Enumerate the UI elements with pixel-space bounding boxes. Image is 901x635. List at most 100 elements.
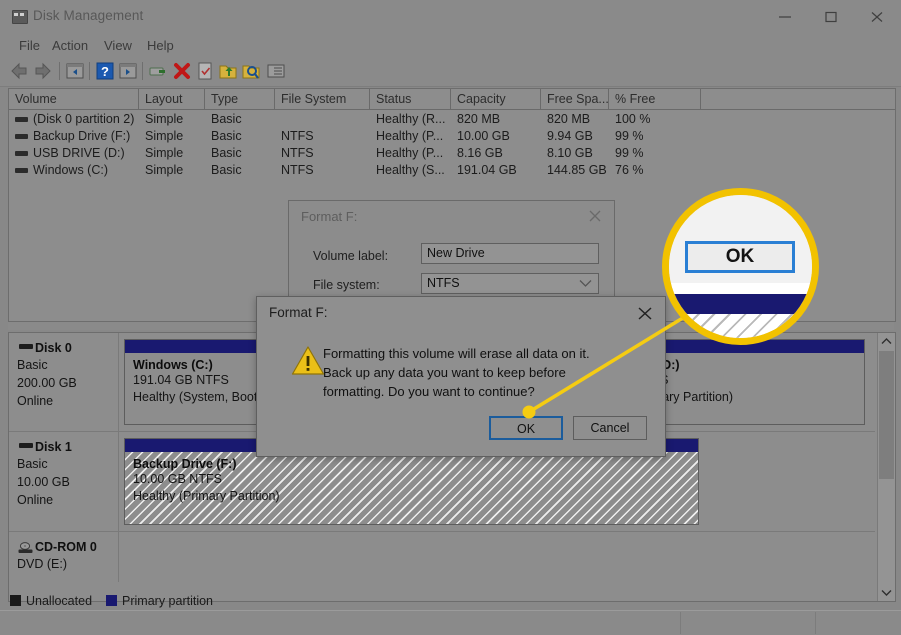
status-pane-2 [815,612,901,634]
graph-vertical-scrollbar[interactable] [877,333,895,601]
rescan-disks-icon[interactable] [194,60,216,82]
table-row[interactable]: (Disk 0 partition 2) Simple Basic Health… [9,111,895,128]
column-header-type[interactable]: Type [205,89,275,109]
cell-free-space: 9.94 GB [547,129,593,143]
disk-management-icon [12,10,28,24]
table-row[interactable]: Windows (C:) Simple Basic NTFS Healthy (… [9,162,895,179]
disk-size: 10.00 GB [17,475,70,489]
callout-content: OK [669,195,812,338]
callout-partition-bar [669,294,812,314]
toolbar-separator [142,62,143,80]
cell-free-space: 8.10 GB [547,146,593,160]
column-header-volume[interactable]: Volume [9,89,139,109]
cell-file-system: NTFS [281,146,314,160]
disk-type: Basic [17,457,48,471]
cell-type: Basic [211,112,242,126]
ok-button[interactable]: OK [489,416,563,440]
disk-type: Basic [17,358,48,372]
volume-label-label: Volume label: [313,249,389,263]
cell-percent-free: 99 % [615,129,644,143]
volume-icon [15,151,28,156]
partition-status: Healthy (Primary Partition) [133,488,280,503]
menu-view[interactable]: View [97,37,139,54]
scroll-down-button[interactable] [878,584,895,601]
menu-bar: File Action View Help [0,34,901,56]
cell-layout: Simple [145,146,184,160]
cell-free-space: 820 MB [547,112,591,126]
list-view-icon[interactable] [265,60,287,82]
disk-info-disk1: Disk 1 Basic 10.00 GB Online [9,432,119,531]
disk-row-cdrom0[interactable]: CD-ROM 0 DVD (E:) [9,532,875,582]
maximize-button[interactable] [809,0,855,32]
cell-layout: Simple [145,112,184,126]
disk-management-window: Disk Management File Action View Help ? [0,0,901,635]
cell-percent-free: 100 % [615,112,651,126]
cell-file-system: NTFS [281,163,314,177]
column-header-status[interactable]: Status [370,89,451,109]
close-icon[interactable] [629,301,661,325]
show-hide-console-tree-icon[interactable] [64,60,86,82]
menu-action[interactable]: Action [45,37,95,54]
cell-layout: Simple [145,129,184,143]
status-bar [0,610,901,635]
help-icon[interactable]: ? [94,60,116,82]
svg-text:?: ? [101,64,109,79]
column-header-file-system[interactable]: File System [275,89,370,109]
cell-free-space: 144.85 GB [547,163,607,177]
cell-status: Healthy (P... [376,129,444,143]
cell-type: Basic [211,163,242,177]
scroll-thumb[interactable] [879,351,894,479]
delete-icon[interactable] [171,60,193,82]
warning-message: Formatting this volume will erase all da… [323,346,590,399]
volume-label-input[interactable]: New Drive [421,243,599,264]
file-system-select[interactable]: NTFS [421,273,599,294]
menu-help[interactable]: Help [140,37,181,54]
disk-name: Disk 1 [35,440,72,454]
disk-icon [19,443,33,448]
close-icon[interactable] [582,205,608,227]
format-dialog-background: Format F: Volume label: New Drive File s… [288,200,615,310]
cell-status: Healthy (S... [376,163,445,177]
table-row[interactable]: Backup Drive (F:) Simple Basic NTFS Heal… [9,128,895,145]
cell-type: Basic [211,146,242,160]
callout-ok-button[interactable]: OK [685,241,795,273]
file-system-label: File system: [313,278,380,292]
disk-name: CD-ROM 0 [35,540,97,554]
column-header-percent-free[interactable]: % Free [609,89,701,109]
warning-dialog-title: Format F: [269,305,328,320]
disk-state: Online [17,394,54,408]
cancel-button[interactable]: Cancel [573,416,647,440]
format-warning-dialog: Format F: Formatting this volume will er… [256,296,666,457]
warning-triangle-icon [291,345,325,376]
scroll-up-button[interactable] [878,333,895,350]
search-icon[interactable] [240,60,262,82]
cdrom-icon [18,541,33,553]
status-pane-1 [680,612,816,634]
minimize-button[interactable] [763,0,809,32]
legend-swatch-unallocated [10,595,21,606]
create-volume-icon[interactable] [217,60,239,82]
table-row[interactable]: USB DRIVE (D:) Simple Basic NTFS Healthy… [9,145,895,162]
chevron-down-icon [579,277,592,291]
show-hide-action-pane-icon[interactable] [117,60,139,82]
column-header-free-space[interactable]: Free Spa... [541,89,609,109]
close-button[interactable] [855,0,901,32]
title-bar: Disk Management [0,0,901,35]
cell-type: Basic [211,129,242,143]
column-header-layout[interactable]: Layout [139,89,205,109]
cell-file-system: NTFS [281,129,314,143]
legend: Unallocated Primary partition [10,592,227,608]
forward-arrow-icon[interactable] [32,60,54,82]
disk-name: Disk 0 [35,341,72,355]
volume-icon [15,117,28,122]
volume-list-header: Volume Layout Type File System Status Ca… [9,89,895,110]
partition-title: Backup Drive (F:) [133,457,237,471]
cell-volume: (Disk 0 partition 2) [33,112,135,126]
menu-file[interactable]: File [12,37,47,54]
back-arrow-icon[interactable] [8,60,30,82]
column-header-capacity[interactable]: Capacity [451,89,541,109]
properties-icon[interactable] [147,60,169,82]
cell-percent-free: 99 % [615,146,644,160]
cell-status: Healthy (R... [376,112,446,126]
toolbar: ? [0,56,901,87]
